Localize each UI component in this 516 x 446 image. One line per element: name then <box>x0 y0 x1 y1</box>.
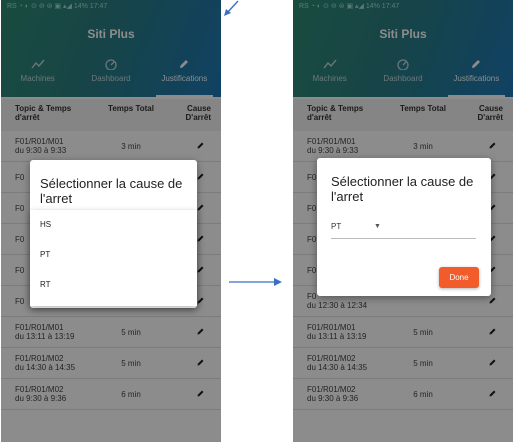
diagonal-arrow-icon <box>224 0 239 16</box>
screen-right: RS ◔ ◐ ⊙ ⊖ ⊜ ▣ ▴◢ 14% 17:47 Siti Plus Ma… <box>293 0 513 442</box>
cause-select[interactable]: PT ▼ <box>331 222 476 239</box>
cause-dropdown-menu: HS PT RT <box>30 210 197 306</box>
dialog-title: Sélectionner la cause de l'arret <box>331 174 474 204</box>
done-button[interactable]: Done <box>439 267 479 288</box>
cause-dialog: Sélectionner la cause de l'arret PT ▼ Do… <box>317 158 491 296</box>
menu-item-rt[interactable]: RT <box>30 270 197 300</box>
dialog-title: Sélectionner la cause de l'arret <box>40 176 183 206</box>
cause-dialog: Sélectionner la cause de l'arret HS PT R… <box>30 160 197 308</box>
menu-item-hs[interactable]: HS <box>30 210 197 240</box>
dropdown-caret-icon: ▼ <box>374 223 381 230</box>
right-arrow-icon <box>229 278 282 286</box>
menu-item-pt[interactable]: PT <box>30 240 197 270</box>
cause-select-value: PT <box>331 222 342 231</box>
screen-left: RS ◔ ◐ ⊙ ⊖ ⊜ ▣ ▴◢ 14% 17:47 Siti Plus Ma… <box>1 0 221 442</box>
